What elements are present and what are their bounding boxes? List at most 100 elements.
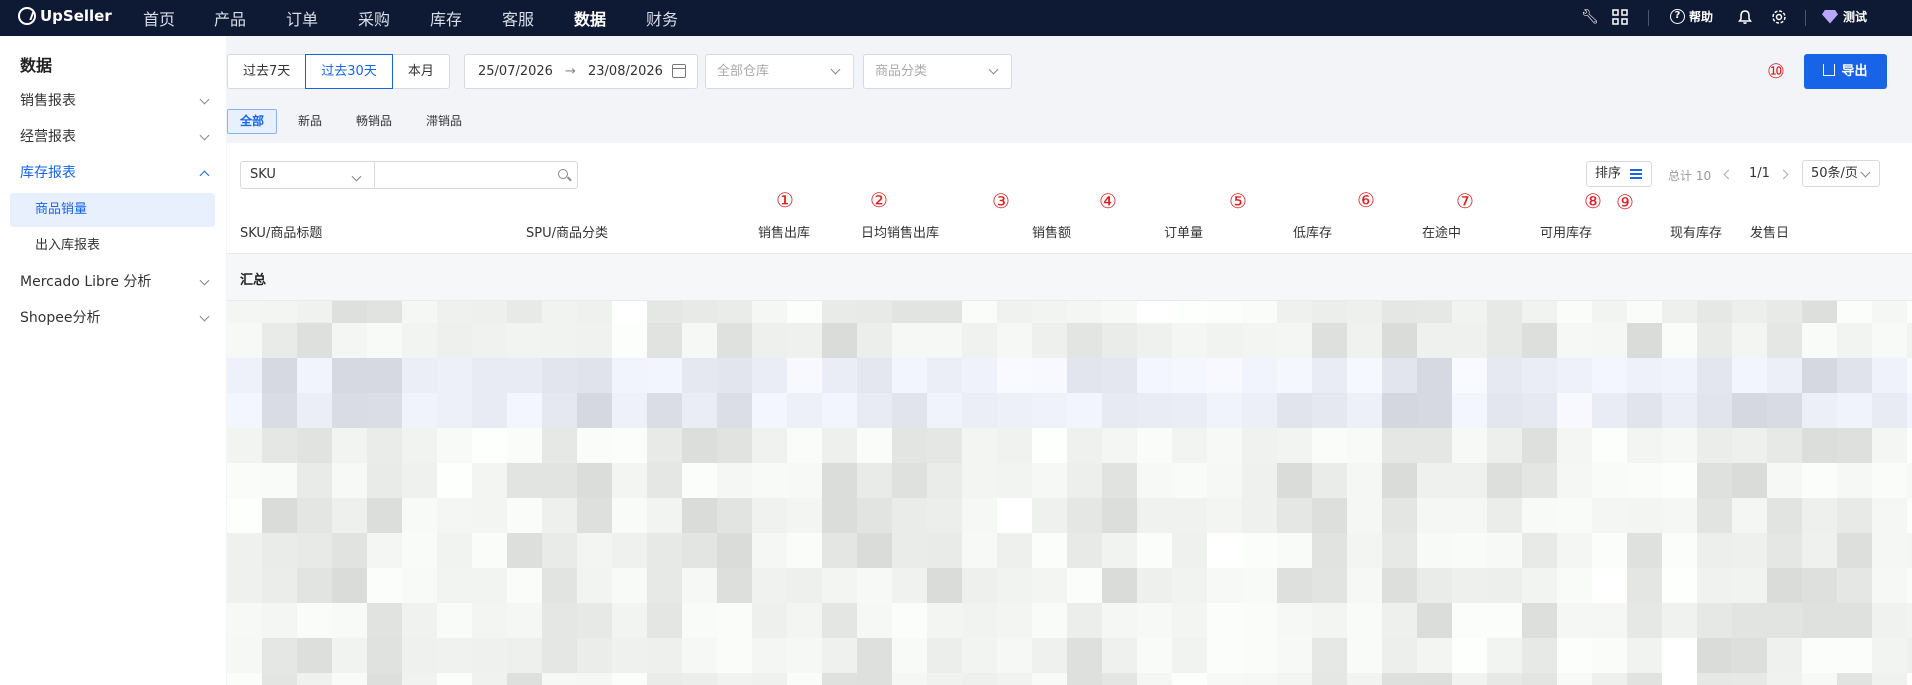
nav-customer-service[interactable]: 客服 [502, 6, 534, 30]
column-header-daily-avg-sales-outbound[interactable]: 日均销售出库 [861, 222, 939, 241]
obscured-cell [1347, 498, 1382, 533]
page-size-select[interactable]: 50条/页 [1802, 160, 1880, 187]
obscured-cell [682, 568, 717, 603]
nav-finance[interactable]: 财务 [646, 6, 678, 30]
sidebar-item-stock-in-out-report[interactable]: 出入库报表 [10, 229, 215, 263]
date-range-presets: 过去7天 过去30天 本月 [227, 54, 450, 89]
nav-products[interactable]: 产品 [214, 6, 246, 30]
obscured-cell [1522, 358, 1557, 393]
search-input[interactable] [374, 161, 578, 189]
date-start[interactable]: 25/07/2026 [478, 55, 553, 88]
obscured-cell [1732, 533, 1767, 568]
range-last-7-days[interactable]: 过去7天 [227, 54, 307, 89]
obscured-cell [1452, 323, 1487, 358]
export-button[interactable]: 导出 [1804, 54, 1887, 89]
obscured-cell [1347, 638, 1382, 673]
obscured-cell [1242, 323, 1277, 358]
obscured-cell [1592, 463, 1627, 498]
obscured-cell [1627, 603, 1662, 638]
column-header-order-count[interactable]: 订单量 [1164, 222, 1203, 241]
obscured-cell [507, 323, 542, 358]
obscured-cell [472, 568, 507, 603]
sidebar-item-operation-report[interactable]: 经营报表 [0, 120, 226, 154]
obscured-cell [1487, 358, 1522, 393]
column-header-spu-category[interactable]: SPU/商品分类 [526, 222, 608, 241]
nav-data[interactable]: 数据 [574, 6, 606, 30]
obscured-cell [1452, 533, 1487, 568]
obscured-cell [1837, 323, 1872, 358]
chevron-down-icon [351, 171, 362, 182]
obscured-cell [1347, 463, 1382, 498]
column-header-release-date[interactable]: 发售日 [1750, 222, 1789, 241]
obscured-cell [1312, 533, 1347, 568]
range-this-month[interactable]: 本月 [391, 54, 450, 89]
chevron-right-icon[interactable] [1778, 169, 1789, 180]
category-select[interactable]: 商品分类 [863, 54, 1012, 89]
obscured-cell [507, 638, 542, 673]
column-header-in-transit[interactable]: 在途中 [1422, 222, 1461, 241]
date-end[interactable]: 23/08/2026 [588, 55, 663, 88]
question-circle-icon: ? [1670, 9, 1685, 24]
apps-grid-icon[interactable] [1612, 9, 1628, 25]
obscured-cell [1872, 323, 1907, 358]
help-link[interactable]: ? 帮助 [1670, 8, 1713, 25]
tab-best-sellers[interactable]: 畅销品 [343, 109, 405, 134]
column-header-current-stock[interactable]: 现有库存 [1670, 222, 1722, 241]
obscured-cell [1417, 323, 1452, 358]
search-field-select[interactable]: SKU [240, 161, 375, 189]
nav-orders[interactable]: 订单 [286, 6, 318, 30]
date-range-picker[interactable]: 25/07/2026 → 23/08/2026 [464, 54, 698, 89]
chevron-left-icon[interactable] [1723, 169, 1734, 180]
warehouse-select[interactable]: 全部仓库 [705, 54, 854, 89]
column-header-available-stock[interactable]: 可用库存 [1540, 222, 1592, 241]
obscured-cell [1627, 463, 1662, 498]
search-icon[interactable] [558, 169, 568, 179]
user-menu[interactable]: 测试 [1822, 8, 1867, 25]
column-header-low-stock[interactable]: 低库存 [1293, 222, 1332, 241]
obscured-cell [332, 673, 367, 685]
sidebar-item-inventory-report[interactable]: 库存报表 [0, 156, 226, 190]
wrench-icon[interactable]: 🔧︎ [1581, 9, 1599, 25]
obscured-cell [1767, 498, 1802, 533]
obscured-cell [1872, 603, 1907, 638]
obscured-cell [892, 463, 927, 498]
obscured-cell [1592, 358, 1627, 393]
sort-button[interactable]: 排序 [1586, 161, 1652, 187]
sidebar-item-sales-report[interactable]: 销售报表 [0, 84, 226, 118]
obscured-cell [1242, 603, 1277, 638]
settings-gear-icon[interactable] [1771, 9, 1787, 25]
nav-inventory[interactable]: 库存 [430, 6, 462, 30]
obscured-cell [577, 323, 612, 358]
column-header-sales-outbound[interactable]: 销售出库 [758, 222, 810, 241]
obscured-cell [1732, 358, 1767, 393]
obscured-cell [927, 498, 962, 533]
download-icon [1823, 64, 1836, 76]
column-header-sku-title[interactable]: SKU/商品标题 [240, 222, 322, 241]
report-table-panel: SKU 排序 总计 10 1/1 50条/页 ① ② ③ ④ ⑤ ⑥ ⑦ ⑧ ⑨… [227, 143, 1912, 685]
obscured-cell [1872, 673, 1907, 685]
obscured-cell [1417, 498, 1452, 533]
sidebar-item-product-sales[interactable]: 商品销量 [10, 193, 215, 227]
nav-home[interactable]: 首页 [143, 6, 175, 30]
obscured-cell [822, 358, 857, 393]
upseller-logo[interactable]: UpSeller [18, 7, 112, 25]
range-last-30-days[interactable]: 过去30天 [305, 54, 393, 89]
tab-new-products[interactable]: 新品 [285, 109, 335, 134]
sidebar-item-shopee-analysis[interactable]: Shopee分析 [0, 301, 226, 335]
bell-icon[interactable] [1737, 9, 1753, 25]
obscured-cell [787, 323, 822, 358]
tab-all[interactable]: 全部 [227, 109, 278, 134]
nav-purchasing[interactable]: 采购 [358, 6, 390, 30]
obscured-cell [1277, 533, 1312, 568]
tab-slow-sellers[interactable]: 滞销品 [413, 109, 475, 134]
obscured-cell [1802, 568, 1837, 603]
sidebar-item-mercado-libre-analysis[interactable]: Mercado Libre 分析 [0, 265, 226, 299]
obscured-cell [577, 463, 612, 498]
user-name: 测试 [1843, 10, 1868, 24]
obscured-cell [997, 673, 1032, 685]
chevron-down-icon [199, 275, 210, 286]
obscured-cell [1382, 358, 1417, 393]
column-header-sales-amount[interactable]: 销售额 [1032, 222, 1071, 241]
obscured-cell [472, 673, 507, 685]
obscured-cell [927, 323, 962, 358]
